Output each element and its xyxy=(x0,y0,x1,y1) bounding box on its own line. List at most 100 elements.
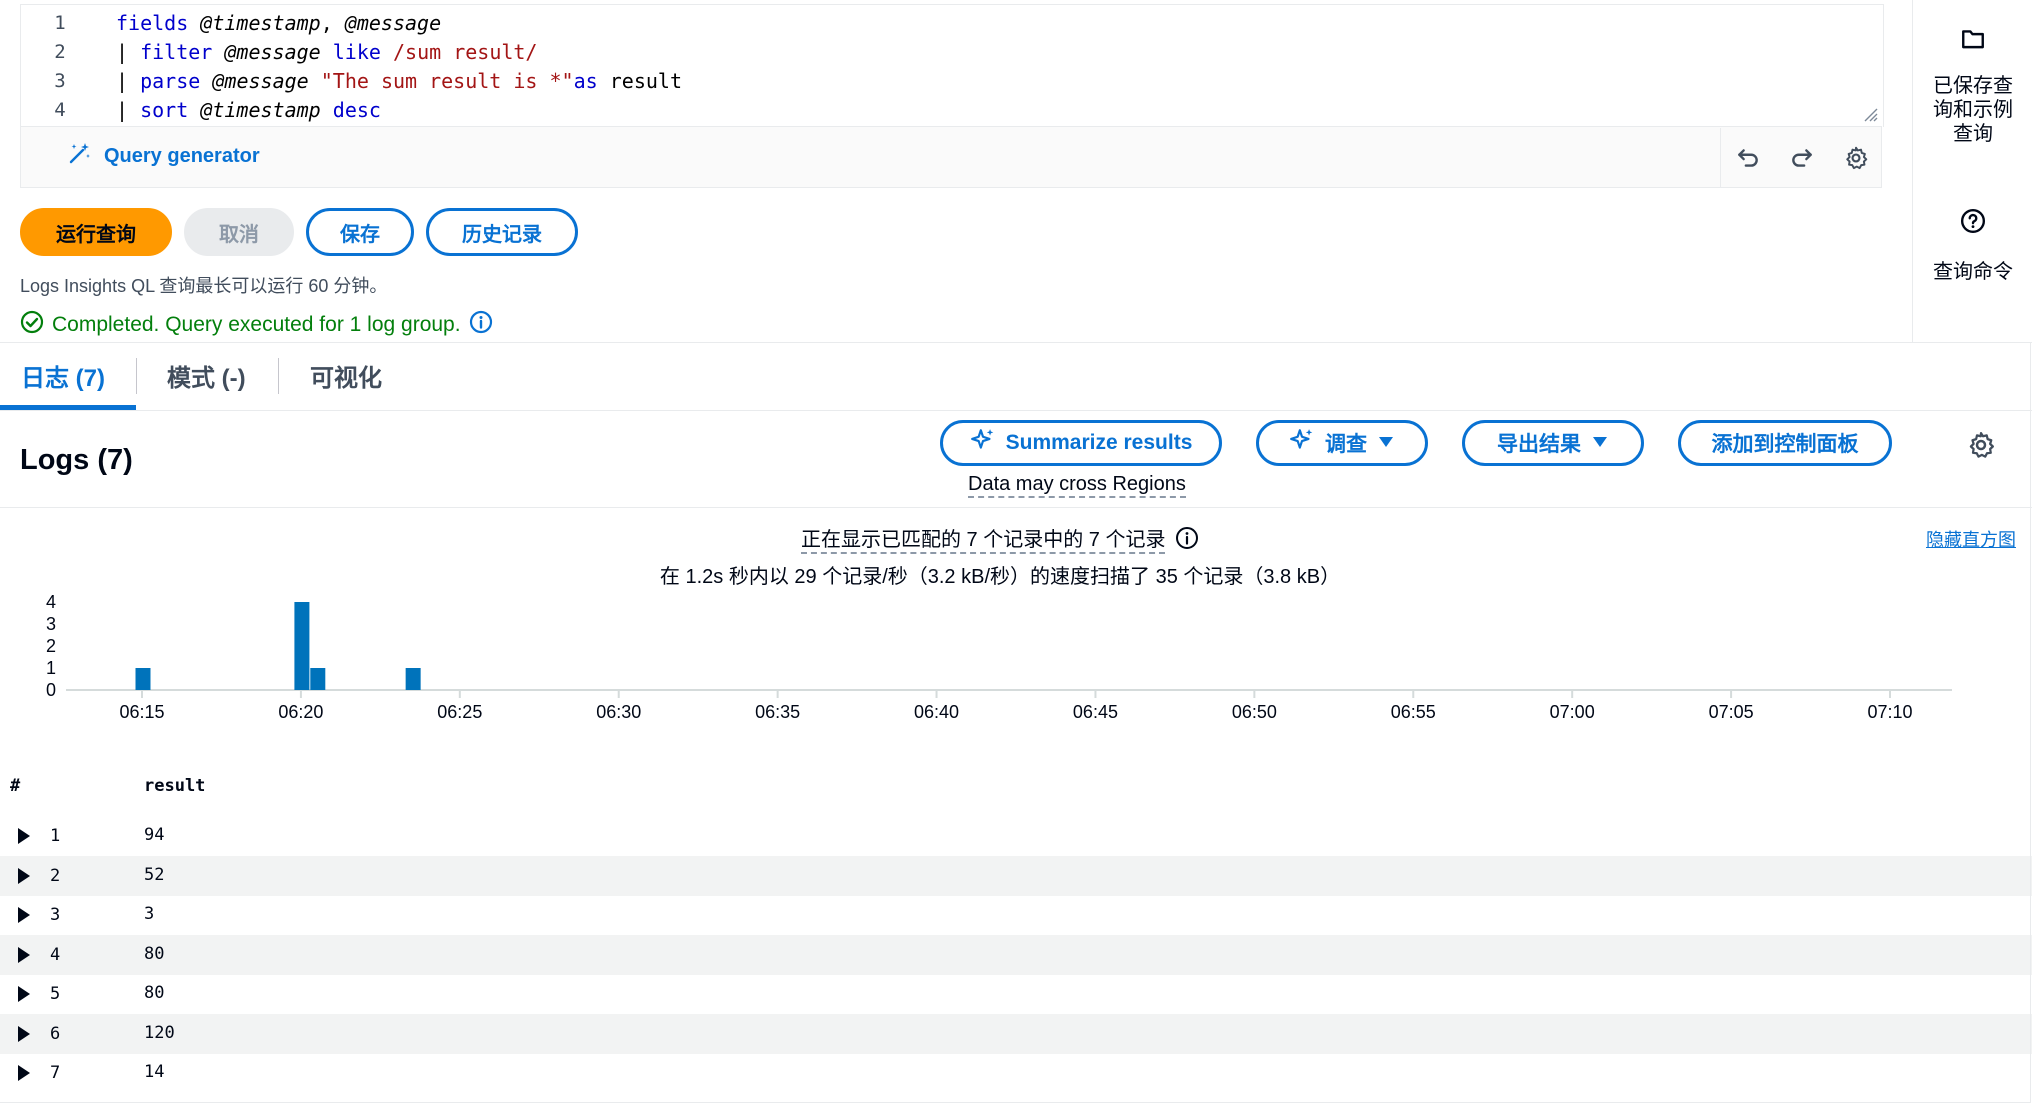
divider xyxy=(0,1102,2031,1103)
x-tick-label: 06:50 xyxy=(1232,702,1277,722)
summarize-results-button[interactable]: Summarize results xyxy=(940,420,1222,466)
help-icon xyxy=(1913,208,2033,238)
query-time-limit-text: Logs Insights QL 查询最长可以运行 60 分钟。 xyxy=(20,276,388,296)
result-cell: 80 xyxy=(144,943,165,964)
export-results-dropdown-button[interactable]: 导出结果 xyxy=(1462,420,1644,466)
success-check-icon xyxy=(20,310,44,340)
summarize-label: Summarize results xyxy=(1005,431,1193,454)
code-token: fields xyxy=(116,11,189,35)
info-icon[interactable] xyxy=(469,310,493,340)
hide-histogram-link[interactable]: 隐藏直方图 xyxy=(1926,526,2016,552)
table-row[interactable]: 1 94 xyxy=(0,816,2032,856)
histogram-bar[interactable] xyxy=(310,668,326,690)
code-token: sort xyxy=(140,98,189,122)
table-row[interactable]: 5 80 xyxy=(0,974,2032,1014)
code-token: desc xyxy=(332,98,381,122)
editor-tools xyxy=(1720,128,1883,188)
result-cell: 3 xyxy=(144,904,155,924)
table-row[interactable]: 6 120 xyxy=(0,1013,2032,1054)
caret-down-icon xyxy=(1377,431,1395,455)
code-token: @message xyxy=(344,11,442,35)
expand-row-icon[interactable] xyxy=(18,907,30,923)
column-header-result[interactable]: result xyxy=(144,776,205,796)
x-tick-label: 07:05 xyxy=(1709,702,1754,722)
code-token: | xyxy=(116,98,141,122)
matched-records-text: 正在显示已匹配的 7 个记录中的 7 个记录 xyxy=(800,528,1166,555)
expand-row-icon[interactable] xyxy=(18,1025,30,1042)
investigate-dropdown-button[interactable]: 调查 xyxy=(1256,420,1428,466)
code-text: | filter @message like /sum result/ xyxy=(116,38,537,67)
y-tick-label: 1 xyxy=(46,658,56,678)
status-text: Completed. Query executed for 1 log grou… xyxy=(52,313,461,336)
info-icon[interactable] xyxy=(1175,526,1199,556)
run-query-button[interactable]: 运行查询 xyxy=(20,208,172,256)
expand-row-icon[interactable] xyxy=(18,946,30,963)
code-token: filter xyxy=(140,40,213,64)
query-generator-bar xyxy=(20,126,1882,188)
y-tick-label: 3 xyxy=(46,614,56,634)
table-row[interactable]: 4 80 xyxy=(0,934,2032,975)
x-tick-label: 06:35 xyxy=(755,702,800,722)
investigate-label: 调查 xyxy=(1325,433,1367,456)
query-commands-panel-item[interactable]: 查询命令 xyxy=(1913,208,2033,284)
code-token: like xyxy=(332,40,381,64)
save-button[interactable]: 保存 xyxy=(306,208,414,256)
row-number: 5 xyxy=(50,984,61,1004)
result-cell: 14 xyxy=(144,1062,165,1082)
x-tick-label: 07:00 xyxy=(1550,702,1595,722)
row-number: 7 xyxy=(50,1063,61,1083)
query-generator-link[interactable]: Query generator xyxy=(68,142,260,170)
resize-handle-icon[interactable] xyxy=(1862,106,1878,122)
table-row[interactable]: 7 14 xyxy=(0,1053,2032,1093)
query-status: Completed. Query executed for 1 log grou… xyxy=(20,310,493,340)
code-text: fields @timestamp, @message xyxy=(116,9,441,38)
query-editor[interactable]: 1 fields @timestamp, @message 2 | filter @m… xyxy=(20,4,1884,127)
cancel-button[interactable]: 取消 xyxy=(184,208,294,256)
expand-row-icon[interactable] xyxy=(18,828,30,844)
tab-patterns[interactable]: 模式 (-) xyxy=(167,358,246,394)
code-token: as xyxy=(573,69,598,93)
x-tick-label: 06:25 xyxy=(437,702,482,722)
divider xyxy=(0,410,2032,411)
table-row[interactable]: 33 xyxy=(0,895,2032,935)
divider xyxy=(2030,343,2031,1103)
tab-divider xyxy=(278,358,279,394)
tab-visualization[interactable]: 可视化 xyxy=(310,358,382,394)
sparkle-icon xyxy=(1289,427,1315,459)
add-to-dashboard-button[interactable]: 添加到控制面板 xyxy=(1678,420,1892,466)
histogram-bar[interactable] xyxy=(135,668,151,690)
code-text: | parse @message "The sum result is *"as… xyxy=(116,67,682,96)
expand-row-icon[interactable] xyxy=(18,1065,30,1081)
code-token: | xyxy=(116,69,141,93)
table-row[interactable]: 2 52 xyxy=(0,855,2032,896)
expand-row-icon[interactable] xyxy=(18,986,30,1002)
line-number: 4 xyxy=(54,99,66,121)
saved-queries-panel-item[interactable]: 已保存查询和示例查询 xyxy=(1913,26,2033,146)
code-token: @timestamp xyxy=(200,98,321,122)
undo-icon[interactable] xyxy=(1732,142,1764,174)
histogram-bar[interactable] xyxy=(405,668,421,690)
expand-row-icon[interactable] xyxy=(18,867,30,884)
history-button[interactable]: 历史记录 xyxy=(426,208,578,256)
x-tick-label: 06:15 xyxy=(119,702,164,722)
magic-wand-icon xyxy=(68,141,92,171)
table-settings-icon[interactable] xyxy=(1966,430,1998,462)
result-cell: 94 xyxy=(144,825,165,845)
row-number: 4 xyxy=(50,944,61,965)
logs-title: Logs (7) xyxy=(20,444,133,476)
y-tick-label: 0 xyxy=(46,680,56,700)
redo-icon[interactable] xyxy=(1786,142,1818,174)
x-tick-label: 07:10 xyxy=(1867,702,1912,722)
y-tick-label: 4 xyxy=(46,592,56,612)
caret-down-icon xyxy=(1591,431,1609,455)
code-token: result xyxy=(597,69,682,93)
x-tick-label: 06:45 xyxy=(1073,702,1118,722)
tab-logs[interactable]: 日志 (7) xyxy=(21,358,105,394)
editor-settings-icon[interactable] xyxy=(1840,142,1872,174)
histogram-bar[interactable] xyxy=(294,602,310,690)
histogram-chart: 43210 06:15 06:20 06:25 06:30 06:35 06:40 06:45… xyxy=(46,592,1952,722)
